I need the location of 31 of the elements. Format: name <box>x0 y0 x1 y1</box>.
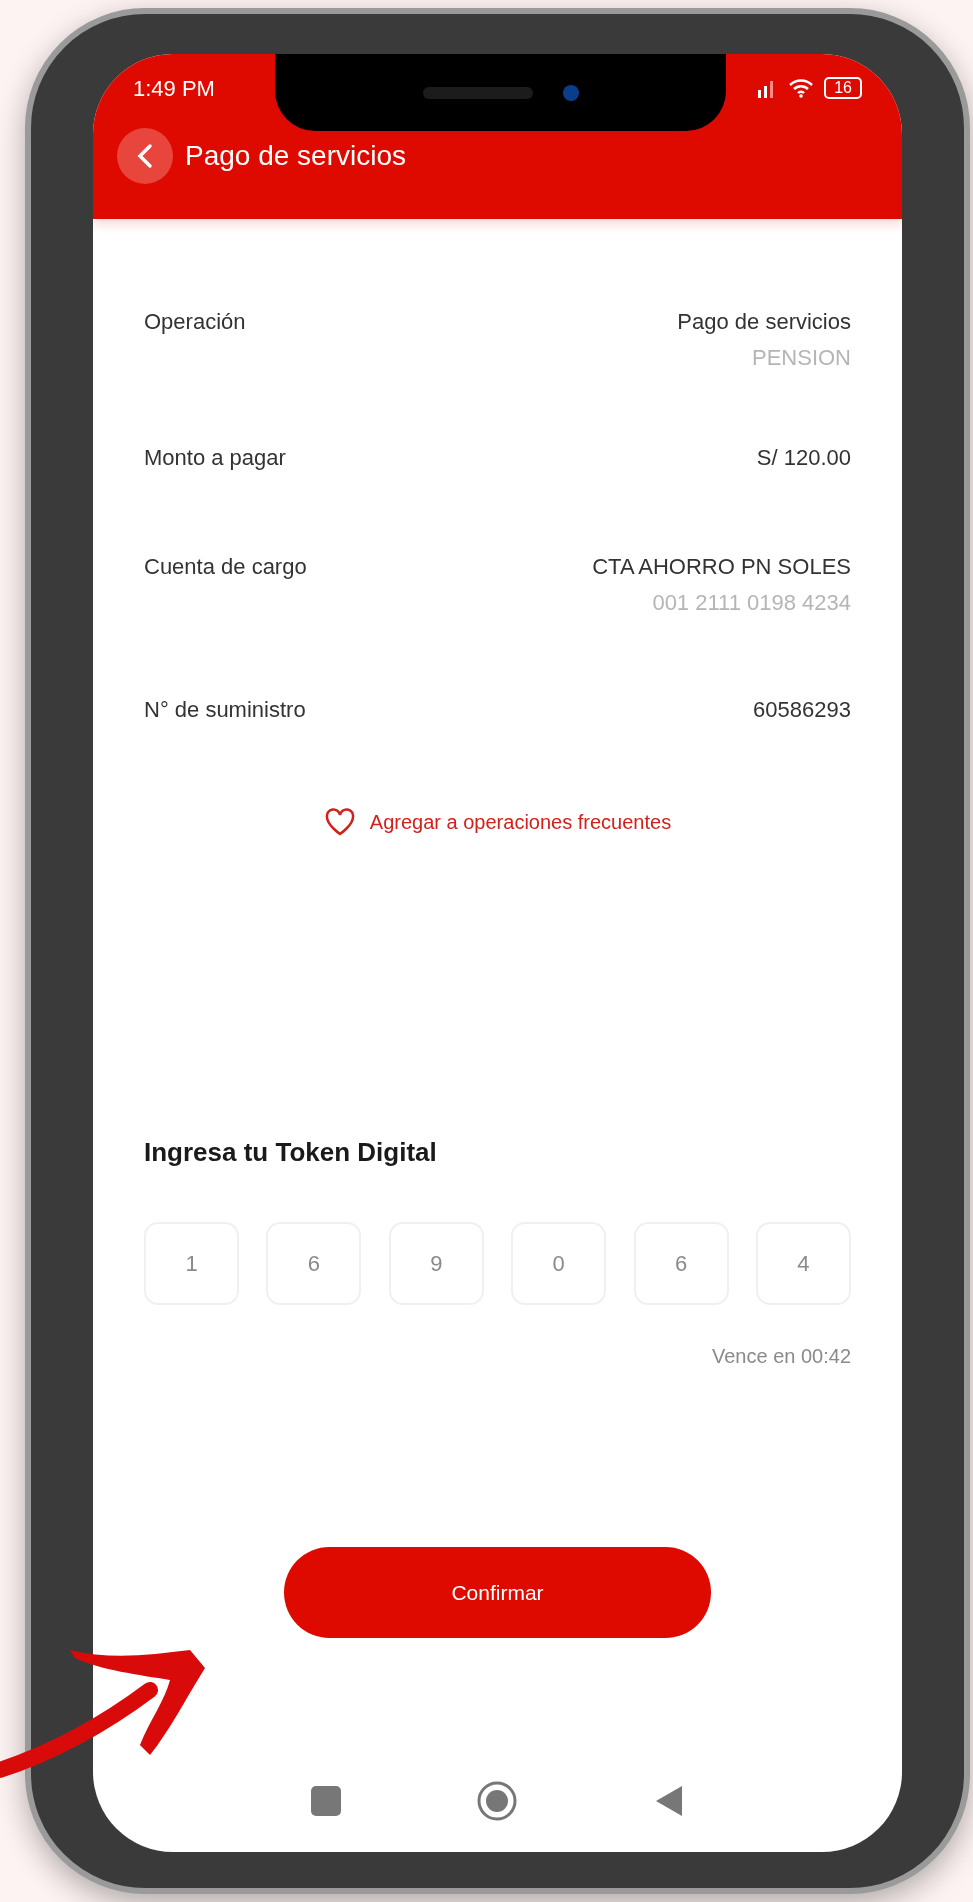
token-digit-field[interactable]: 9 <box>388 1222 484 1305</box>
token-title: Ingresa tu Token Digital <box>144 1136 438 1169</box>
token-expiry: Vence en 00:42 <box>712 1344 851 1369</box>
token-digit-field[interactable]: 1 <box>144 1222 239 1305</box>
detail-value: S/ 120.00 <box>756 444 851 472</box>
heart-icon <box>323 808 356 836</box>
token-digit-field[interactable]: 0 <box>511 1222 607 1305</box>
token-digit-field[interactable]: 4 <box>755 1222 851 1305</box>
detail-label: Monto a pagar <box>144 444 286 472</box>
home-icon[interactable] <box>476 1780 519 1822</box>
detail-label: Operación <box>144 308 246 336</box>
wifi-icon <box>788 78 815 98</box>
token-digit-field[interactable]: 6 <box>266 1222 362 1305</box>
back-icon <box>136 143 154 169</box>
camera-lens <box>562 84 579 101</box>
recents-icon[interactable] <box>310 1786 341 1816</box>
status-time: 1:49 PM <box>133 74 215 103</box>
battery-level: 16 <box>824 77 862 99</box>
token-digit-field[interactable]: 6 <box>633 1222 729 1305</box>
detail-value: 60586293 <box>753 696 851 724</box>
detail-value: CTA AHORRO PN SOLES <box>592 553 851 581</box>
add-favorite-link[interactable]: Agregar a operaciones frecuentes <box>323 807 672 837</box>
detail-subvalue: PENSION <box>751 344 851 372</box>
confirm-button[interactable]: Confirmar <box>284 1547 711 1638</box>
detail-label: Cuenta de cargo <box>144 553 307 581</box>
screen-title: Pago de servicios <box>185 139 406 173</box>
back-button[interactable] <box>117 128 173 184</box>
detail-value: Pago de servicios <box>677 308 851 336</box>
back-nav-icon[interactable] <box>654 1784 685 1818</box>
detail-label: N° de suministro <box>144 696 306 724</box>
detail-subvalue: 001 2111 0198 4234 <box>652 589 851 617</box>
